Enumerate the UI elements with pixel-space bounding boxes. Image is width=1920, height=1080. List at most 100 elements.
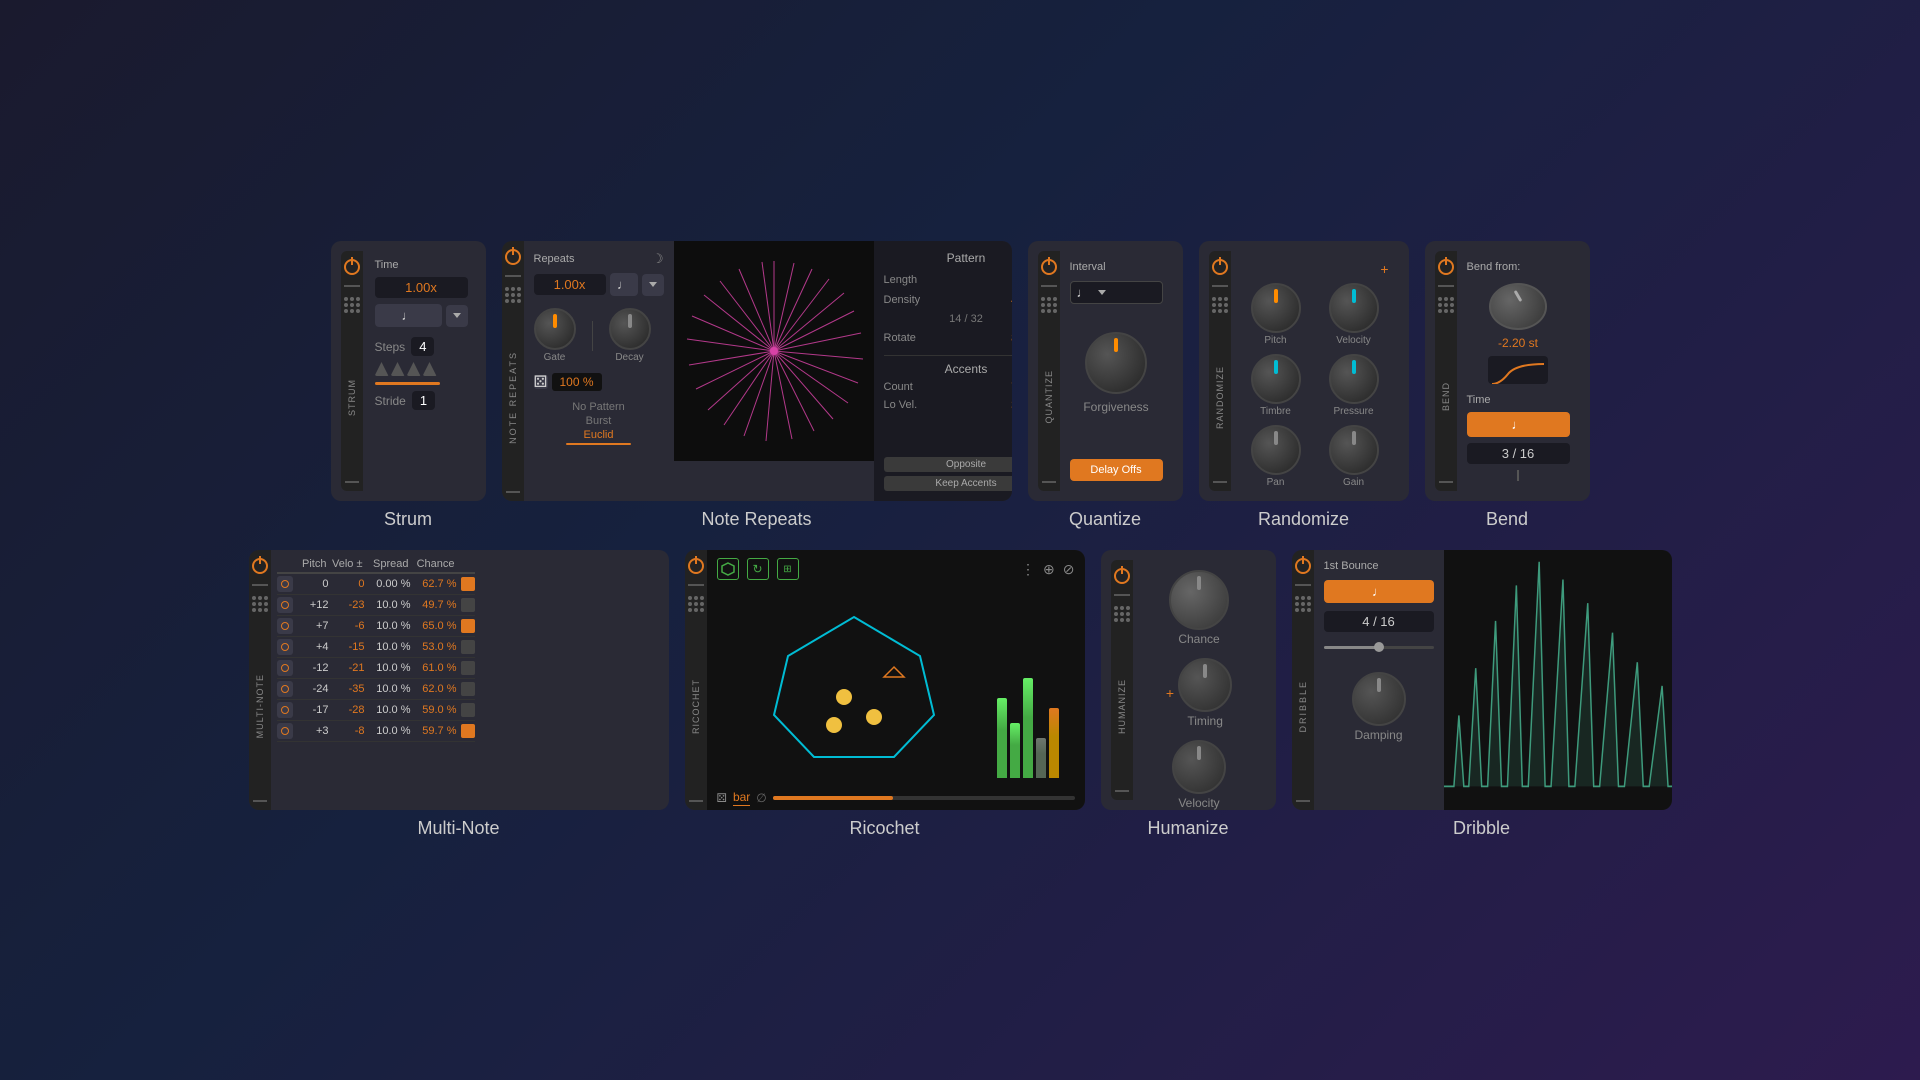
forgiveness-knob[interactable] [1085, 332, 1147, 394]
mn-row-power[interactable] [277, 618, 293, 634]
mn-row-power[interactable] [277, 681, 293, 697]
step-arrow-3[interactable] [407, 362, 421, 376]
bend-curve-viz [1488, 356, 1548, 384]
rand-panel-label: Randomize [1199, 509, 1409, 530]
ric-icon-note[interactable]: ⋮ [1021, 561, 1035, 578]
quant-panel-label: Quantize [1028, 509, 1183, 530]
nr-keep-accents-btn[interactable]: Keep Accents [884, 476, 1012, 491]
ric-icon-pin[interactable]: ⊘ [1063, 561, 1075, 578]
rand-pan-knob[interactable] [1251, 425, 1301, 475]
drib-time-slider[interactable] [1324, 646, 1434, 649]
ric-icon-grid[interactable]: ⊞ [777, 558, 799, 580]
rand-pitch-knob[interactable] [1251, 283, 1301, 333]
strum-power-icon[interactable] [344, 259, 360, 275]
mn-row-swatch [461, 661, 475, 675]
mn-cell-pitch: +4 [297, 641, 329, 653]
mn-row-swatch [461, 640, 475, 654]
rand-grid-icon [1212, 297, 1228, 313]
mn-cell-velo: -23 [333, 599, 365, 611]
mn-row-power[interactable] [277, 597, 293, 613]
mn-row-power[interactable] [277, 660, 293, 676]
drib-power-icon[interactable] [1295, 558, 1311, 574]
drib-slider-thumb[interactable] [1374, 642, 1384, 652]
hu-timing-knob[interactable] [1178, 658, 1232, 712]
hu-chance-label: Chance [1178, 632, 1219, 646]
mn-cell-chance: 62.7 % [415, 578, 457, 590]
strum-dropdown-btn[interactable] [446, 305, 468, 327]
rand-pitch-label: Pitch [1264, 335, 1286, 346]
bend-main-knob[interactable] [1489, 283, 1547, 330]
nr-gate-knob[interactable] [534, 308, 576, 350]
nr-pattern-euclid[interactable]: Euclid [534, 429, 664, 441]
mn-table-row: -12 -21 10.0 % 61.0 % [277, 658, 475, 679]
mn-cell-chance: 49.7 % [415, 599, 457, 611]
ric-progress-bar[interactable] [773, 796, 1075, 800]
dribble-panel: DRIBBLE 1st Bounce ♩ 4 / 16 [1292, 550, 1672, 810]
mn-row-swatch [461, 703, 475, 717]
rand-pressure-knob[interactable] [1329, 354, 1379, 404]
step-arrow-2[interactable] [391, 362, 405, 376]
hu-power-icon[interactable] [1114, 568, 1130, 584]
mn-row-swatch [461, 577, 475, 591]
mn-row-power[interactable] [277, 702, 293, 718]
bend-panel: BEND Bend from: -2.20 st [1425, 241, 1590, 501]
nr-decay-knob[interactable] [609, 308, 651, 350]
ric-null-icon[interactable]: ∅ [756, 791, 766, 805]
rand-gain-knob[interactable] [1329, 425, 1379, 475]
mn-col-pitch: Pitch [297, 558, 327, 570]
nr-dropdown-btn[interactable] [642, 274, 664, 296]
bend-panel-label: Bend [1425, 509, 1590, 530]
nr-pattern-burst[interactable]: Burst [534, 415, 664, 427]
step-arrow-1[interactable] [375, 362, 389, 376]
randomize-panel: RANDOMIZE + Pitch [1199, 241, 1409, 501]
ric-icon-target[interactable]: ⊕ [1043, 561, 1055, 578]
mn-row-swatch [461, 598, 475, 612]
mn-table-row: 0 0 0.00 % 62.7 % [277, 574, 475, 595]
forgiveness-label: Forgiveness [1083, 400, 1148, 414]
mn-cell-pitch: -24 [297, 683, 329, 695]
ric-icon-refresh[interactable]: ↻ [747, 558, 769, 580]
mn-cell-velo: -8 [333, 725, 365, 737]
nr-gate-label: Gate [544, 352, 566, 363]
mn-power-icon[interactable] [252, 558, 268, 574]
mn-table-row: -24 -35 10.0 % 62.0 % [277, 679, 475, 700]
mn-row-power[interactable] [277, 576, 293, 592]
nr-note-btn[interactable]: ♩ [610, 273, 638, 296]
ric-dice-icon[interactable]: ⚄ [717, 791, 727, 805]
nr-opposite-btn[interactable]: Opposite [884, 457, 1012, 472]
nr-power-icon[interactable] [505, 249, 521, 265]
nr-density-label: Density [884, 294, 921, 306]
mn-cell-spread: 10.0 % [369, 662, 411, 674]
ric-bar-1 [997, 698, 1007, 778]
rand-timbre-knob[interactable] [1251, 354, 1301, 404]
delay-offs-btn[interactable]: Delay Offs [1070, 459, 1163, 481]
hu-vert-label: HUMANIZE [1117, 679, 1127, 734]
nr-pattern-none[interactable]: No Pattern [534, 401, 664, 413]
ric-icon-hex[interactable] [717, 558, 739, 580]
mn-cell-pitch: 0 [297, 578, 329, 590]
strum-note-btn[interactable]: ♩ [375, 304, 442, 327]
hu-plus-btn[interactable]: + [1166, 685, 1174, 701]
ric-power-icon[interactable] [688, 558, 704, 574]
nr-dice-icon[interactable]: ⚄ [534, 375, 548, 389]
interval-label: Interval [1070, 261, 1163, 273]
hu-velocity-knob[interactable] [1172, 740, 1226, 794]
rand-plus-btn[interactable]: + [1380, 261, 1388, 277]
bend-time-note-btn[interactable]: ♩ [1467, 412, 1570, 437]
step-arrow-4[interactable] [423, 362, 437, 376]
nr-panel-label: Note Repeats [502, 509, 1012, 530]
hu-chance-knob[interactable] [1169, 570, 1229, 630]
mn-row-power[interactable] [277, 723, 293, 739]
interval-select[interactable]: ♩ [1070, 281, 1163, 304]
quant-power-icon[interactable] [1041, 259, 1057, 275]
drib-note-btn[interactable]: ♩ [1324, 580, 1434, 603]
rand-velocity-knob[interactable] [1329, 283, 1379, 333]
mn-row-power[interactable] [277, 639, 293, 655]
strum-panel-label: Strum [331, 509, 486, 530]
rand-power-icon[interactable] [1212, 259, 1228, 275]
rand-gain-label: Gain [1343, 477, 1364, 488]
drib-damping-knob[interactable] [1352, 672, 1406, 726]
bend-power-icon[interactable] [1438, 259, 1454, 275]
mn-row-swatch [461, 724, 475, 738]
mn-cell-chance: 53.0 % [415, 641, 457, 653]
